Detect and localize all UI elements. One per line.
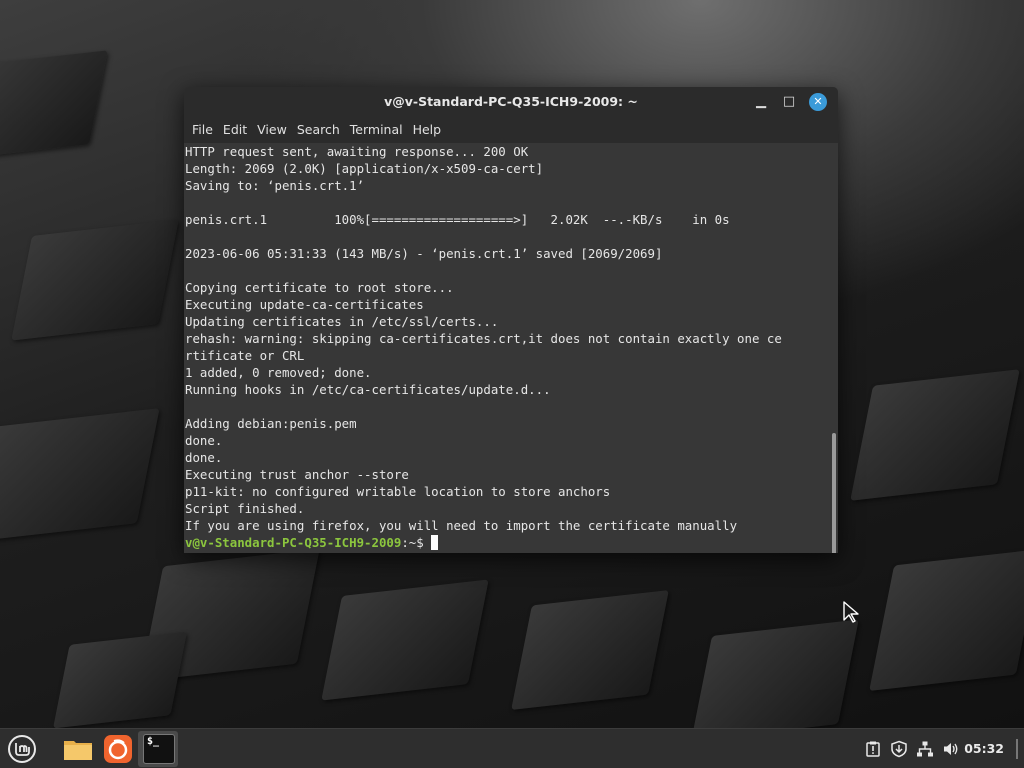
- prompt-path: :~$: [401, 535, 432, 550]
- terminal-line: Saving to: ‘penis.crt.1’: [185, 178, 365, 193]
- background-cube: [11, 219, 179, 341]
- menu-help[interactable]: Help: [408, 117, 447, 143]
- terminal-line: Length: 2069 (2.0K) [application/x-x509-…: [185, 161, 544, 176]
- minimize-icon: ▁: [756, 94, 766, 109]
- terminal-line: Copying certificate to root store...: [185, 280, 454, 295]
- terminal-line: If you are using firefox, you will need …: [185, 518, 738, 533]
- terminal-text: HTTP request sent, awaiting response... …: [184, 143, 830, 551]
- terminal-line: Updating certificates in /etc/ssl/certs.…: [185, 314, 499, 329]
- maximize-button[interactable]: □: [780, 93, 798, 111]
- background-cube: [321, 579, 489, 701]
- terminal-line: done.: [185, 450, 223, 465]
- system-tray: [864, 729, 966, 768]
- show-desktop-button[interactable]: [1016, 739, 1018, 759]
- close-icon: ✕: [813, 95, 823, 108]
- clipboard-alert-icon[interactable]: [864, 740, 882, 758]
- background-cube: [691, 619, 859, 728]
- menu-view[interactable]: View: [252, 117, 292, 143]
- background-cube: [869, 549, 1024, 691]
- terminal-line: Adding debian:penis.pem: [185, 416, 357, 431]
- firefox-launcher[interactable]: [102, 733, 134, 765]
- clock[interactable]: 05:32: [964, 729, 1004, 768]
- start-menu-button[interactable]: [6, 733, 38, 765]
- terminal-line: 1 added, 0 removed; done.: [185, 365, 372, 380]
- background-cube: [850, 369, 1020, 501]
- terminal-line: Executing update-ca-certificates: [185, 297, 424, 312]
- terminal-icon-label: $_: [147, 736, 160, 747]
- close-button[interactable]: ✕: [809, 93, 827, 111]
- window-titlebar[interactable]: v@v-Standard-PC-Q35-ICH9-2009: ~ ▁ □ ✕: [184, 87, 838, 117]
- terminal-line: Executing trust anchor --store: [185, 467, 409, 482]
- text-cursor: [431, 535, 439, 550]
- background-cube: [0, 408, 160, 542]
- menu-file[interactable]: File: [187, 117, 218, 143]
- terminal-line: penis.crt.1 100%[===================>] 2…: [185, 212, 730, 227]
- maximize-icon: □: [782, 94, 796, 109]
- network-icon[interactable]: [916, 740, 934, 758]
- terminal-line: p11-kit: no configured writable location…: [185, 484, 611, 499]
- terminal-line: done.: [185, 433, 223, 448]
- terminal-line: rehash: warning: skipping ca-certificate…: [185, 331, 782, 346]
- menu-edit[interactable]: Edit: [218, 117, 252, 143]
- terminal-line: Running hooks in /etc/ca-certificates/up…: [185, 382, 551, 397]
- mint-logo-icon: [8, 735, 36, 763]
- volume-icon[interactable]: [942, 740, 960, 758]
- terminal-line: 2023-06-06 05:31:33 (143 MB/s) - ‘penis.…: [185, 246, 663, 261]
- scrollbar-thumb[interactable]: [832, 433, 836, 553]
- terminal-line: rtificate or CRL: [185, 348, 305, 363]
- menubar: File Edit View Search Terminal Help: [184, 117, 838, 143]
- folder-icon: [64, 741, 92, 760]
- mouse-pointer-icon: [843, 601, 859, 623]
- files-launcher[interactable]: [62, 733, 94, 765]
- terminal-line: HTTP request sent, awaiting response... …: [185, 144, 529, 159]
- firefox-icon: [104, 735, 132, 763]
- minimize-button[interactable]: ▁: [752, 93, 770, 111]
- background-cube: [511, 590, 669, 710]
- terminal-taskbar-item[interactable]: $_: [138, 731, 178, 767]
- terminal-line: Script finished.: [185, 501, 305, 516]
- background-cube: [0, 50, 108, 160]
- shield-update-icon[interactable]: [890, 740, 908, 758]
- taskbar: $_ 05:32: [0, 728, 1024, 768]
- terminal-window[interactable]: v@v-Standard-PC-Q35-ICH9-2009: ~ ▁ □ ✕ F…: [184, 87, 838, 553]
- menu-terminal[interactable]: Terminal: [345, 117, 408, 143]
- terminal-icon: $_: [143, 734, 175, 764]
- menu-search[interactable]: Search: [292, 117, 345, 143]
- background-cube: [52, 631, 188, 728]
- terminal-output[interactable]: HTTP request sent, awaiting response... …: [184, 143, 830, 553]
- prompt-user-host: v@v-Standard-PC-Q35-ICH9-2009: [185, 535, 402, 550]
- window-title: v@v-Standard-PC-Q35-ICH9-2009: ~: [384, 94, 638, 109]
- scrollbar[interactable]: [830, 143, 838, 553]
